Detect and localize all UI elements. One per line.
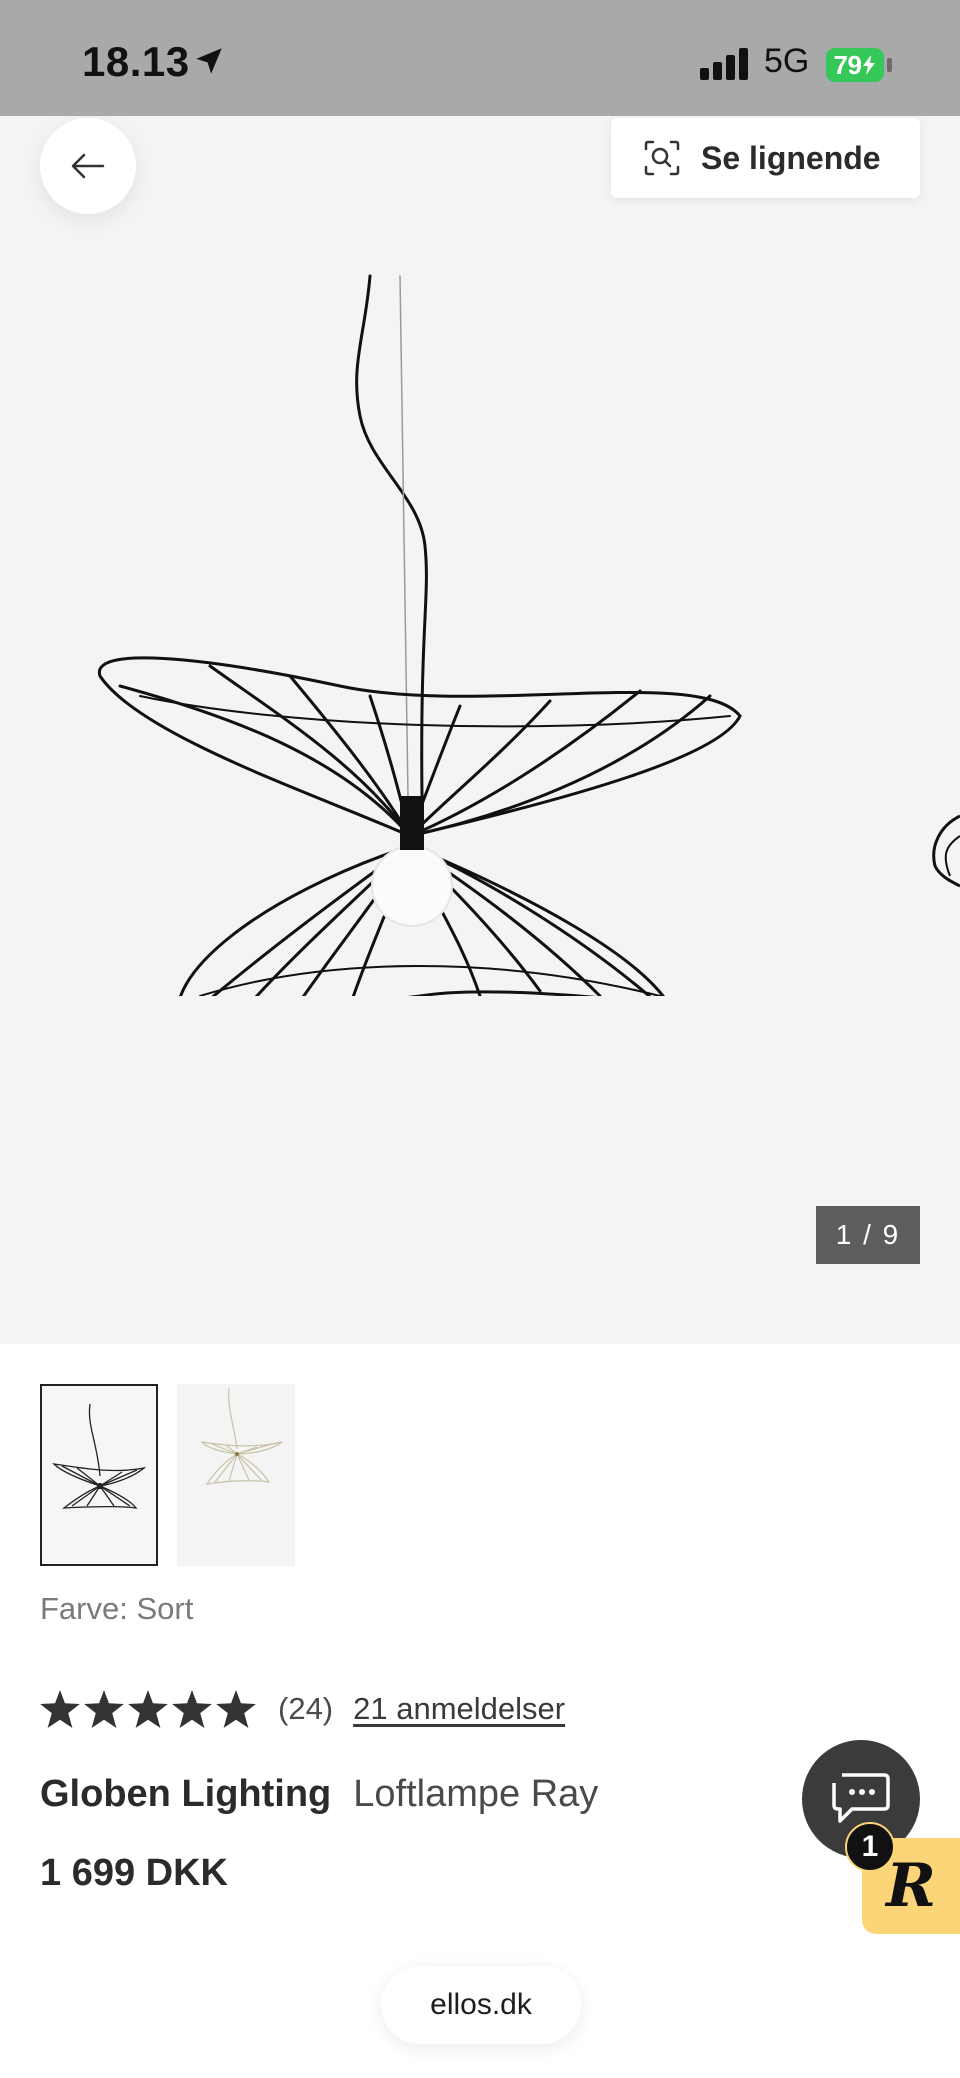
thumbnail-1[interactable]: [40, 1384, 158, 1566]
star-icon: [216, 1690, 256, 1728]
chat-bubble-icon: [832, 1773, 890, 1823]
star-icon: [128, 1690, 168, 1728]
back-button[interactable]: [40, 118, 136, 214]
image-counter: 1 / 9: [816, 1206, 920, 1264]
battery-cap: [887, 58, 892, 72]
next-image-preview: [932, 814, 960, 888]
signal-icon: [700, 48, 752, 85]
see-similar-button[interactable]: Se lignende: [611, 118, 920, 198]
product-price: 1 699 DKK: [40, 1852, 228, 1894]
color-label: Farve: Sort: [40, 1591, 194, 1626]
thumbnail-2[interactable]: [177, 1384, 295, 1566]
product-name: Loftlampe Ray: [353, 1773, 599, 1815]
battery-level: 79: [833, 49, 862, 80]
browser-url-bar[interactable]: ellos.dk: [381, 1966, 581, 2044]
rating-count: (24): [278, 1691, 334, 1726]
status-time: 18.13: [82, 38, 190, 85]
arrow-left-icon: [71, 153, 105, 179]
notification-count-badge: 1: [845, 1822, 895, 1872]
reviews-link[interactable]: 21 anmeldelser: [353, 1691, 565, 1727]
star-icon: [40, 1690, 80, 1728]
visual-search-icon: [643, 139, 681, 177]
see-similar-label: Se lignende: [701, 139, 881, 176]
star-icon: [172, 1690, 212, 1728]
star-icon: [84, 1690, 124, 1728]
rating-stars: [40, 1690, 256, 1728]
battery-icon: 79: [826, 48, 884, 82]
brand-name[interactable]: Globen Lighting: [40, 1773, 331, 1816]
product-title: Globen Lighting Loftlampe Ray: [40, 1773, 598, 1816]
product-image-carousel[interactable]: Se lignende 1 / 9: [0, 116, 960, 1344]
product-image: [97, 274, 742, 996]
location-arrow-icon: [192, 44, 226, 83]
rating-row: (24) 21 anmeldelser: [40, 1690, 565, 1728]
status-bar: 18.13 5G 79: [0, 0, 960, 116]
network-type: 5G: [764, 42, 810, 80]
